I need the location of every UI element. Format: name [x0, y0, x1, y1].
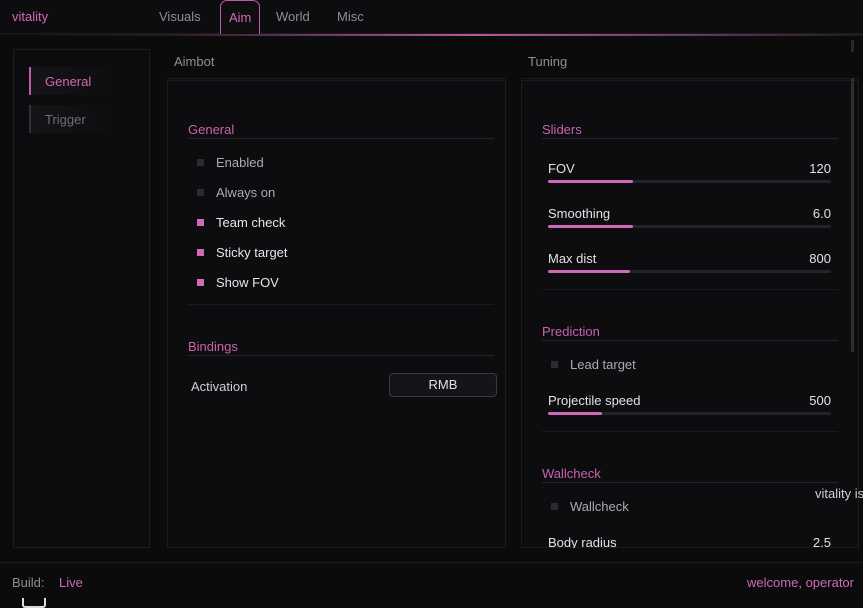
checkbox-label: Enabled [216, 155, 264, 170]
panel-divider [521, 78, 859, 79]
slider-label: FOV [548, 161, 575, 176]
checkbox-label: Lead target [570, 357, 636, 372]
checkbox-label: Team check [216, 215, 286, 230]
slider-fill [548, 225, 633, 228]
group-divider [542, 340, 838, 341]
projectile-speed-slider[interactable]: Projectile speed 500 [548, 393, 831, 415]
slider-track[interactable] [548, 225, 831, 228]
tab-world[interactable]: World [276, 9, 310, 24]
tab-aim[interactable]: Aim [220, 0, 261, 35]
slider-label: Projectile speed [548, 393, 641, 408]
enabled-checkbox[interactable]: Enabled [197, 155, 264, 170]
slider-track[interactable] [548, 180, 831, 183]
sticky-target-checkbox[interactable]: Sticky target [197, 245, 288, 260]
max-dist-slider[interactable]: Max dist 800 [548, 251, 831, 273]
slider-fill [548, 270, 631, 273]
wallcheck-group-title: Wallcheck [542, 466, 601, 481]
checkbox-box [197, 159, 204, 166]
general-group-title: General [188, 122, 235, 137]
sidebar-item-trigger[interactable]: Trigger [29, 105, 124, 133]
build-label: Build: [12, 575, 45, 590]
group-separator [542, 289, 838, 290]
checkbox-box [197, 249, 204, 256]
status-bar: Build: Live welcome, operator [0, 562, 863, 602]
app-brand: vitality [12, 9, 49, 24]
slider-value: 120 [809, 161, 831, 176]
checkbox-label: Always on [216, 185, 276, 200]
group-divider [542, 138, 838, 139]
lead-target-checkbox[interactable]: Lead target [551, 357, 636, 372]
show-fov-checkbox[interactable]: Show FOV [197, 275, 279, 290]
tooltip-text: vitality is [815, 486, 863, 501]
cursor-icon [22, 598, 46, 608]
bindings-group-title: Bindings [188, 339, 238, 354]
sidebar-item-label: Trigger [45, 112, 86, 127]
activation-keybind-button[interactable]: RMB [389, 373, 497, 397]
outer-scrollbar[interactable] [851, 40, 854, 52]
checkbox-label: Wallcheck [570, 499, 629, 514]
top-bar: vitality Visuals Aim World Misc [0, 0, 863, 35]
build-value: Live [59, 575, 83, 590]
slider-value: 500 [809, 393, 831, 408]
slider-label: Max dist [548, 251, 597, 266]
checkbox-box [197, 279, 204, 286]
group-separator [188, 304, 494, 305]
checkbox-label: Show FOV [216, 275, 279, 290]
tab-misc[interactable]: Misc [337, 9, 364, 24]
wallcheck-checkbox[interactable]: Wallcheck [551, 499, 629, 514]
sidebar-item-general[interactable]: General [29, 67, 124, 95]
checkbox-box [197, 189, 204, 196]
team-check-checkbox[interactable]: Team check [197, 215, 285, 230]
checkbox-label: Sticky target [216, 245, 288, 260]
group-divider [188, 355, 494, 356]
group-divider [188, 138, 494, 139]
tuning-scrollbar[interactable] [851, 78, 854, 352]
group-divider [542, 482, 838, 483]
slider-track[interactable] [548, 270, 831, 273]
slider-value: 6.0 [812, 206, 831, 221]
sliders-group-title: Sliders [542, 122, 582, 137]
fov-slider[interactable]: FOV 120 [548, 161, 831, 183]
tuning-panel-title: Tuning [528, 54, 568, 69]
sidebar-item-label: General [45, 74, 92, 89]
slider-value: 2.5 [812, 535, 831, 548]
sidebar: General Trigger [13, 49, 150, 548]
body-radius-slider[interactable]: Body radius 2.5 [548, 535, 831, 548]
smoothing-slider[interactable]: Smoothing 6.0 [548, 206, 831, 228]
tab-visuals[interactable]: Visuals [159, 9, 201, 24]
activation-label: Activation [191, 379, 248, 394]
checkbox-box [551, 503, 558, 510]
always-on-checkbox[interactable]: Always on [197, 185, 275, 200]
checkbox-box [197, 219, 204, 226]
welcome-text: welcome, operator [747, 575, 854, 590]
slider-label: Smoothing [548, 206, 611, 221]
aimbot-panel [167, 80, 506, 548]
tab-underline-accent [0, 34, 863, 36]
slider-value: 800 [809, 251, 831, 266]
slider-fill [548, 180, 633, 183]
slider-track[interactable] [548, 412, 831, 415]
prediction-group-title: Prediction [542, 324, 600, 339]
checkbox-box [551, 361, 558, 368]
panel-divider [167, 78, 506, 79]
group-separator [542, 431, 838, 432]
slider-fill [548, 412, 602, 415]
slider-label: Body radius [548, 535, 617, 548]
aimbot-panel-title: Aimbot [174, 54, 215, 69]
